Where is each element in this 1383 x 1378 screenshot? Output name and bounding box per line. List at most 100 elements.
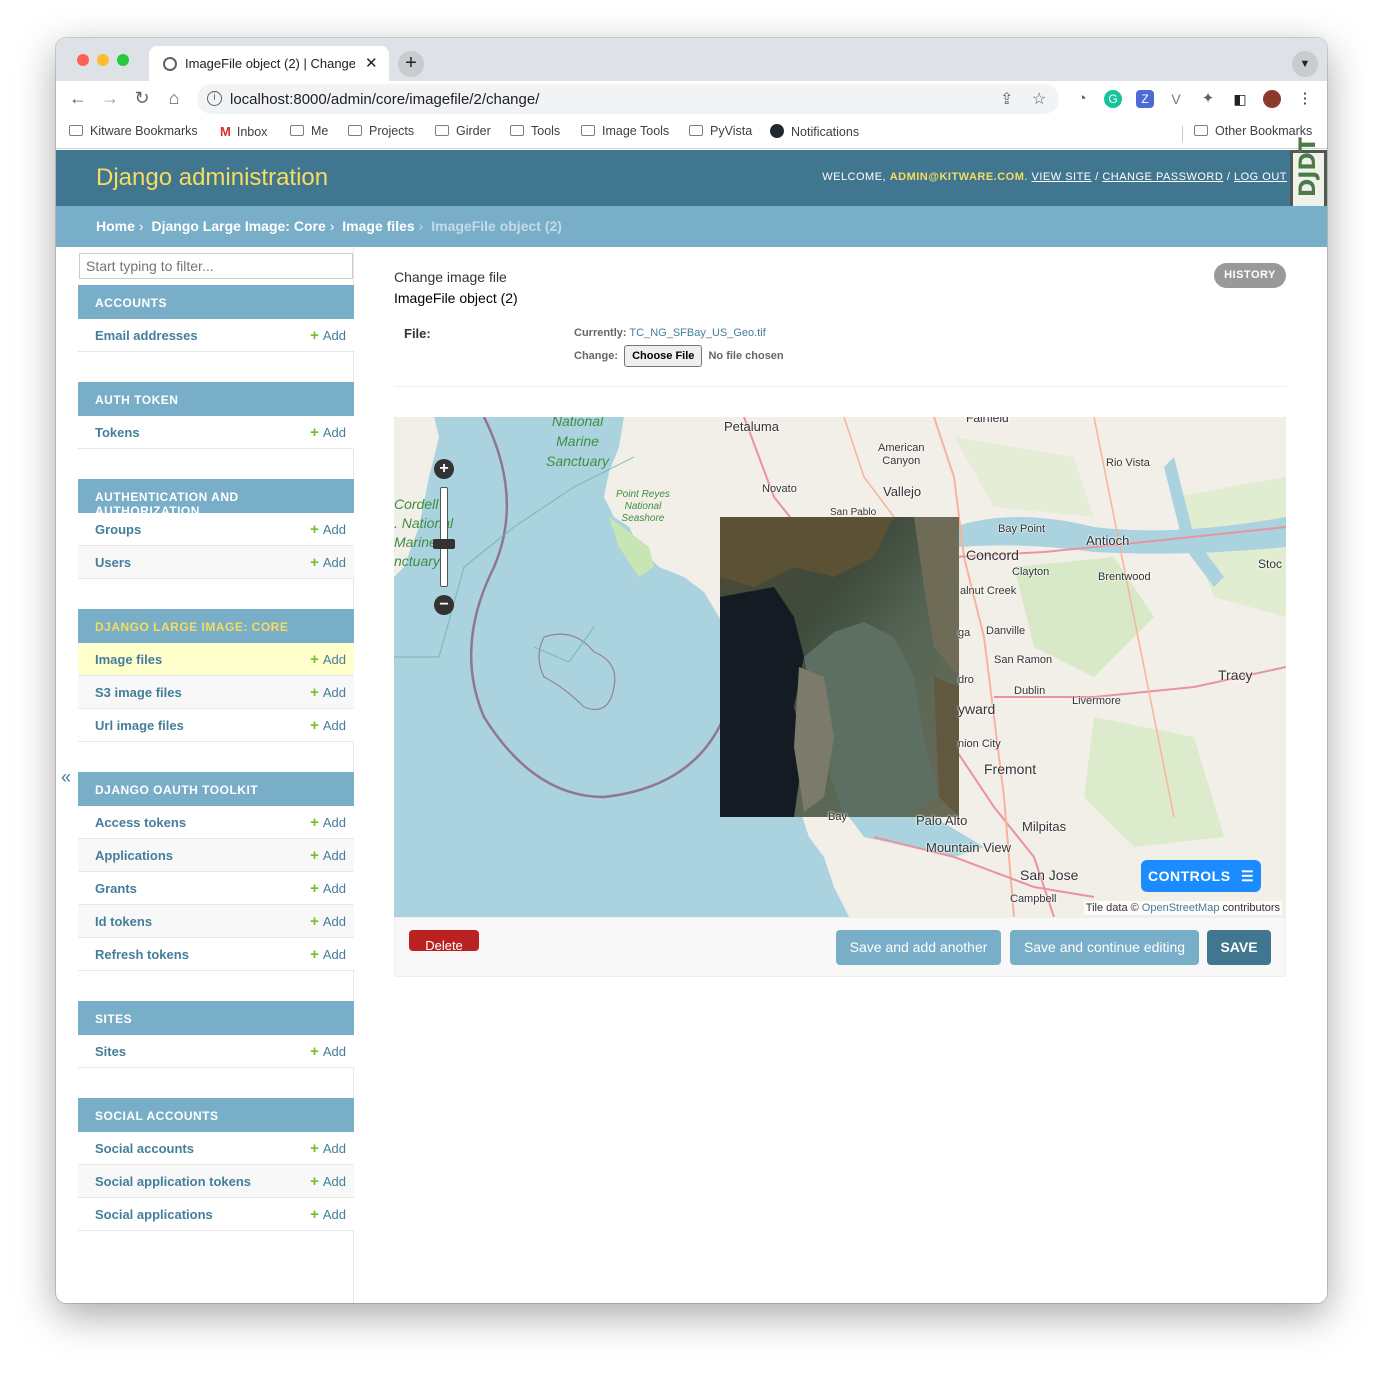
save-and-continue-button[interactable]: Save and continue editing [1010,930,1199,965]
bookmark-other[interactable]: Other Bookmarks [1194,124,1312,138]
breadcrumb-app[interactable]: Django Large Image: Core [151,218,325,234]
toggle-nav-sidebar-button[interactable]: « [61,767,71,788]
site-brand[interactable]: Django administration [96,164,328,192]
browser-tab[interactable]: ImageFile object (2) | Change i ✕ [149,46,389,81]
delete-button[interactable]: Delete [409,930,479,951]
bookmark-kitware[interactable]: Kitware Bookmarks [69,124,198,138]
bookmark-star-icon[interactable]: ☆ [1032,89,1046,109]
bookmark-pyvista[interactable]: PyVista [689,124,752,138]
extensions-puzzle-icon[interactable]: ✦ [1199,90,1217,108]
openstreetmap-link[interactable]: OpenStreetMap [1142,902,1220,914]
save-and-add-another-button[interactable]: Save and add another [836,930,1001,965]
new-tab-button[interactable]: + [398,51,424,77]
map-controls-button[interactable]: CONTROLS ☰ [1141,860,1261,892]
add-link[interactable]: + Add [310,554,346,571]
model-link[interactable]: Groups [95,522,141,537]
sidebar-item-email-addresses[interactable]: Email addresses + Add [78,319,354,352]
add-link[interactable]: + Add [310,880,346,897]
add-link[interactable]: + Add [310,847,346,864]
bookmark-image-tools[interactable]: Image Tools [581,124,669,138]
close-tab-icon[interactable]: ✕ [365,54,378,72]
model-link[interactable]: Grants [95,881,137,896]
grammarly-icon[interactable]: G [1104,90,1122,108]
history-button[interactable]: HISTORY [1214,263,1286,288]
add-link[interactable]: + Add [310,327,346,344]
sidebar-item-social-accounts[interactable]: Social accounts + Add [78,1132,354,1165]
bookmark-tools[interactable]: Tools [510,124,560,138]
current-file-link[interactable]: TC_NG_SFBay_US_Geo.tif [629,327,765,339]
model-link[interactable]: Users [95,555,131,570]
breadcrumb-model[interactable]: Image files [342,218,414,234]
zoom-slider-track[interactable] [440,487,448,587]
bookmark-notifications[interactable]: Notifications [770,124,859,139]
add-link[interactable]: + Add [310,651,346,668]
model-link[interactable]: Social accounts [95,1141,194,1156]
zoom-slider-handle[interactable] [433,539,455,549]
add-link[interactable]: + Add [310,424,346,441]
share-icon[interactable]: ⇪ [1000,89,1013,109]
forward-icon[interactable]: → [99,88,121,109]
model-link[interactable]: Id tokens [95,914,152,929]
extension-zh-icon[interactable]: Z [1136,90,1154,108]
bookmark-me[interactable]: Me [290,124,328,138]
model-link[interactable]: Access tokens [95,815,186,830]
add-link[interactable]: + Add [310,1043,346,1060]
add-link[interactable]: + Add [310,1140,346,1157]
module-caption[interactable]: SITES [78,1001,354,1035]
add-link[interactable]: + Add [310,684,346,701]
sidebar-item-url-image-files[interactable]: Url image files + Add [78,709,354,742]
module-caption[interactable]: SOCIAL ACCOUNTS [78,1098,354,1132]
model-link[interactable]: Refresh tokens [95,947,189,962]
bookmark-girder[interactable]: Girder [435,124,491,138]
address-bar[interactable]: i localhost:8000/admin/core/imagefile/2/… [197,84,1059,114]
sidebar-item-tokens[interactable]: Tokens + Add [78,416,354,449]
change-password-link[interactable]: CHANGE PASSWORD [1102,171,1223,183]
model-link[interactable]: Url image files [95,718,184,733]
sidebar-item-sites[interactable]: Sites + Add [78,1035,354,1068]
model-link[interactable]: Social application tokens [95,1174,251,1189]
add-link[interactable]: + Add [310,717,346,734]
profile-avatar[interactable] [1263,90,1281,108]
performance-extension-icon[interactable]: ◔ [1073,90,1091,108]
add-link[interactable]: + Add [310,521,346,538]
sidebar-item-social-applications[interactable]: Social applications + Add [78,1198,354,1231]
model-link[interactable]: Social applications [95,1207,213,1222]
zoom-out-button[interactable]: − [434,595,454,615]
module-caption[interactable]: DJANGO LARGE IMAGE: CORE [78,609,354,643]
model-link[interactable]: S3 image files [95,685,182,700]
sidebar-item-access-tokens[interactable]: Access tokens + Add [78,806,354,839]
minimize-window-button[interactable] [97,54,109,66]
sidebar-item-applications[interactable]: Applications + Add [78,839,354,872]
zoom-in-button[interactable]: + [434,459,454,479]
module-caption[interactable]: AUTHENTICATION AND AUTHORIZATION [78,479,354,518]
model-link[interactable]: Image files [95,652,162,667]
sidebar-item-social-application-tokens[interactable]: Social application tokens + Add [78,1165,354,1198]
reload-icon[interactable]: ↻ [131,88,153,109]
view-site-link[interactable]: VIEW SITE [1032,171,1092,183]
bookmark-inbox[interactable]: M Inbox [220,124,267,139]
tab-search-button[interactable]: ▼ [1292,51,1318,77]
bookmark-projects[interactable]: Projects [348,124,414,138]
home-icon[interactable]: ⌂ [163,88,185,109]
site-info-icon[interactable]: i [207,91,222,106]
module-caption[interactable]: ACCOUNTS [78,285,354,319]
breadcrumb-home[interactable]: Home [96,218,135,234]
add-link[interactable]: + Add [310,1206,346,1223]
add-link[interactable]: + Add [310,946,346,963]
choose-file-button[interactable]: Choose File [624,345,703,367]
maximize-window-button[interactable] [117,54,129,66]
add-link[interactable]: + Add [310,913,346,930]
map-viewer[interactable]: National Marine Sanctuary Cordell. Nationa… [394,417,1286,917]
vue-devtools-icon[interactable]: V [1167,90,1185,108]
sidebar-item-grants[interactable]: Grants + Add [78,872,354,905]
sidebar-item-id-tokens[interactable]: Id tokens + Add [78,905,354,938]
model-link[interactable]: Sites [95,1044,126,1059]
log-out-link[interactable]: LOG OUT [1234,171,1287,183]
sidebar-item-image-files[interactable]: Image files + Add [78,643,354,676]
side-panel-icon[interactable]: ◧ [1231,90,1249,108]
sidebar-item-s3-image-files[interactable]: S3 image files + Add [78,676,354,709]
browser-menu-icon[interactable]: ⋮ [1296,90,1314,108]
save-button[interactable]: SAVE [1207,930,1271,965]
sidebar-item-users[interactable]: Users + Add [78,546,354,579]
add-link[interactable]: + Add [310,1173,346,1190]
